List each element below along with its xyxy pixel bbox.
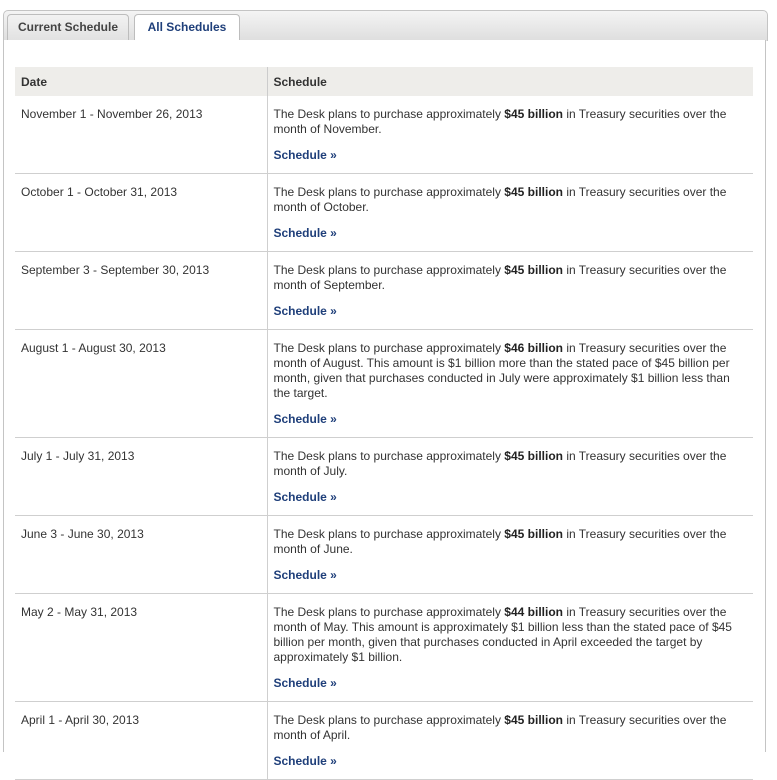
row-description: The Desk plans to purchase approximately… [274, 713, 748, 743]
description-text: The Desk plans to purchase approximately [273, 185, 505, 199]
row-date: September 3 - September 30, 2013 [15, 251, 268, 330]
row-description: The Desk plans to purchase approximately… [274, 341, 748, 401]
tab-current-schedule[interactable]: Current Schedule [7, 14, 129, 41]
row-schedule: The Desk plans to purchase approximately… [267, 515, 753, 594]
column-header-date: Date [15, 67, 268, 96]
table-header-row: Date Schedule [15, 67, 753, 96]
table-row: August 1 - August 30, 2013 The Desk plans… [15, 329, 753, 438]
schedule-link[interactable]: Schedule » [274, 412, 337, 426]
description-text: The Desk plans to purchase approximately [273, 107, 505, 121]
schedule-link[interactable]: Schedule » [274, 148, 337, 162]
row-description: The Desk plans to purchase approximately… [274, 185, 748, 215]
purchase-amount: $46 billion [504, 341, 563, 355]
tab-bar: Current Schedule All Schedules [3, 10, 768, 42]
row-date: November 1 - November 26, 2013 [15, 96, 268, 174]
row-schedule: The Desk plans to purchase approximately… [267, 437, 753, 516]
tab-all-schedules[interactable]: All Schedules [134, 14, 240, 42]
row-date: April 1 - April 30, 2013 [15, 701, 268, 780]
description-text: The Desk plans to purchase approximately [273, 263, 505, 277]
description-text: The Desk plans to purchase approximately [273, 341, 505, 355]
row-schedule: The Desk plans to purchase approximately… [267, 173, 753, 252]
table-row: November 1 - November 26, 2013 The Desk p… [15, 96, 753, 174]
table-row: May 2 - May 31, 2013 The Desk plans to pu… [15, 593, 753, 702]
schedule-table: Date Schedule November 1 - November 26, … [15, 67, 753, 780]
purchase-amount: $45 billion [504, 185, 563, 199]
row-description: The Desk plans to purchase approximately… [274, 605, 748, 665]
description-text: The Desk plans to purchase approximately [273, 605, 505, 619]
row-date: May 2 - May 31, 2013 [15, 593, 268, 702]
column-header-schedule: Schedule [267, 67, 753, 96]
schedule-link[interactable]: Schedule » [274, 304, 337, 318]
row-description: The Desk plans to purchase approximately… [274, 263, 748, 293]
table-row: October 1 - October 31, 2013 The Desk pla… [15, 173, 753, 252]
description-text: The Desk plans to purchase approximately [273, 527, 505, 541]
row-description: The Desk plans to purchase approximately… [274, 107, 748, 137]
row-schedule: The Desk plans to purchase approximately… [267, 96, 753, 174]
purchase-amount: $44 billion [504, 605, 563, 619]
table-row: September 3 - September 30, 2013 The Desk… [15, 251, 753, 330]
row-schedule: The Desk plans to purchase approximately… [267, 593, 753, 702]
schedule-link[interactable]: Schedule » [274, 490, 337, 504]
purchase-amount: $45 billion [504, 449, 563, 463]
row-date: August 1 - August 30, 2013 [15, 329, 268, 438]
purchase-amount: $45 billion [504, 713, 563, 727]
row-schedule: The Desk plans to purchase approximately… [267, 701, 753, 780]
table-row: June 3 - June 30, 2013 The Desk plans to … [15, 515, 753, 594]
table-row: July 1 - July 31, 2013 The Desk plans to … [15, 437, 753, 516]
description-text: The Desk plans to purchase approximately [273, 449, 505, 463]
purchase-amount: $45 billion [504, 107, 563, 121]
schedule-link[interactable]: Schedule » [274, 754, 337, 768]
schedule-link[interactable]: Schedule » [274, 226, 337, 240]
row-description: The Desk plans to purchase approximately… [274, 449, 748, 479]
description-text: The Desk plans to purchase approximately [273, 713, 505, 727]
row-date: October 1 - October 31, 2013 [15, 173, 268, 252]
schedule-link[interactable]: Schedule » [274, 676, 337, 690]
row-schedule: The Desk plans to purchase approximately… [267, 251, 753, 330]
purchase-amount: $45 billion [504, 527, 563, 541]
row-description: The Desk plans to purchase approximately… [274, 527, 748, 557]
purchase-amount: $45 billion [504, 263, 563, 277]
schedule-link[interactable]: Schedule » [274, 568, 337, 582]
row-schedule: The Desk plans to purchase approximately… [267, 329, 753, 438]
row-date: June 3 - June 30, 2013 [15, 515, 268, 594]
row-date: July 1 - July 31, 2013 [15, 437, 268, 516]
table-row: April 1 - April 30, 2013 The Desk plans t… [15, 701, 753, 780]
